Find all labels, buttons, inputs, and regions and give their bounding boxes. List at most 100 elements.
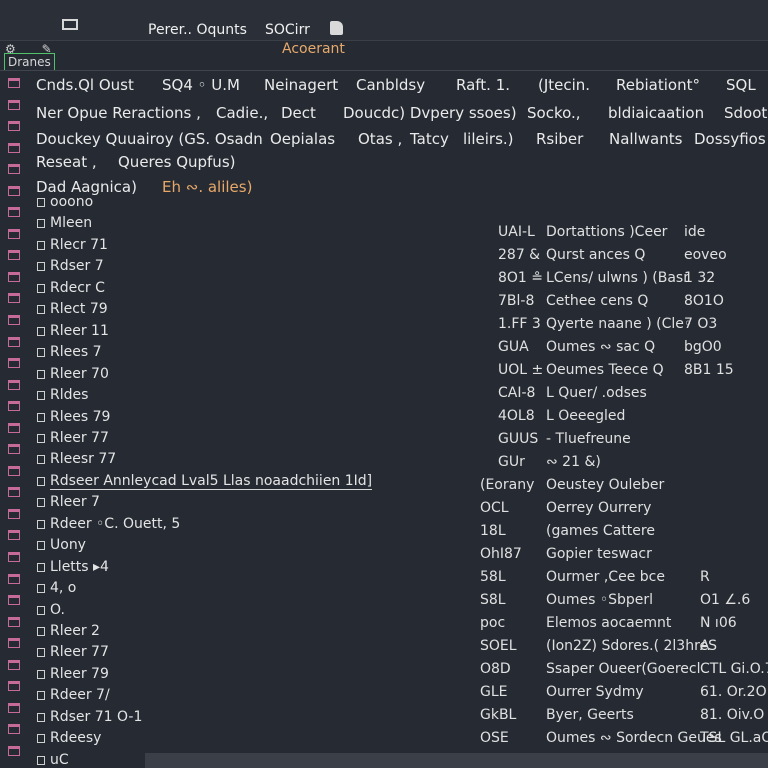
database-icon[interactable] bbox=[330, 21, 343, 35]
list-item[interactable]: Rdeer 7/ bbox=[37, 687, 110, 703]
gutter-table-icon[interactable] bbox=[8, 616, 20, 627]
result-text[interactable]: (Ion2Z) Sdores.( 2l3hreS bbox=[546, 638, 717, 654]
gutter-table-icon[interactable] bbox=[8, 573, 20, 584]
result-text[interactable]: L Oeeegled bbox=[546, 408, 625, 424]
result-value: 1 32 bbox=[684, 270, 716, 286]
result-text[interactable]: LCens/ ulwns ) (Basr bbox=[546, 270, 689, 286]
gutter-table-icon[interactable] bbox=[8, 358, 20, 369]
result-text[interactable]: - Tluefreune bbox=[546, 431, 631, 447]
list-item[interactable]: uC bbox=[37, 752, 69, 768]
list-item[interactable]: ooono bbox=[37, 194, 93, 210]
list-item[interactable]: Rdeesy bbox=[37, 730, 101, 746]
list-item[interactable]: Rleer 7 bbox=[37, 494, 100, 510]
gutter-table-icon[interactable] bbox=[8, 379, 20, 390]
result-text[interactable]: Oumes ◦Sbperl bbox=[546, 592, 653, 608]
list-item[interactable]: Rleer 77 bbox=[37, 430, 109, 446]
result-text[interactable]: Cethee cens Q bbox=[546, 293, 648, 309]
list-item[interactable]: Rlect 79 bbox=[37, 301, 108, 317]
gutter-table-icon[interactable] bbox=[8, 422, 20, 433]
gutter-table-icon[interactable] bbox=[8, 250, 20, 261]
gutter-table-icon[interactable] bbox=[8, 228, 20, 239]
horizontal-scrollbar[interactable] bbox=[145, 753, 768, 768]
gutter-table-icon[interactable] bbox=[8, 530, 20, 541]
item-icon bbox=[37, 198, 45, 207]
result-text[interactable]: Ourmer ,Cee bce bbox=[546, 569, 665, 585]
result-text[interactable]: Oumes ∾ sac Q bbox=[546, 339, 655, 355]
list-item-label: Rdeer ◦C. Ouett, 5 bbox=[50, 515, 181, 532]
list-item-label: Rleer 11 bbox=[50, 322, 109, 339]
list-item[interactable]: Uony bbox=[37, 537, 86, 553]
list-item[interactable]: Rlees 79 bbox=[37, 409, 110, 425]
gutter-table-icon[interactable] bbox=[8, 659, 20, 670]
gutter-table-icon[interactable] bbox=[8, 638, 20, 649]
item-icon bbox=[37, 369, 45, 379]
list-item[interactable]: Rleer 11 bbox=[37, 323, 109, 339]
divider bbox=[0, 70, 768, 71]
result-text[interactable]: Oerrey Ourrery bbox=[546, 500, 651, 516]
header-cell: Neinagert bbox=[264, 76, 339, 94]
gutter-table-icon[interactable] bbox=[8, 121, 20, 132]
result-text[interactable]: Oeustey Ouleber bbox=[546, 477, 664, 493]
gutter-table-icon[interactable] bbox=[8, 465, 20, 476]
result-value: R bbox=[700, 569, 710, 585]
status-tag[interactable]: Dranes bbox=[4, 53, 55, 71]
list-item[interactable]: Rdser 71 O-1 bbox=[37, 709, 142, 725]
list-item-label: Rleer 70 bbox=[50, 365, 109, 382]
gutter-table-icon[interactable] bbox=[8, 315, 20, 326]
gutter-table-icon[interactable] bbox=[8, 293, 20, 304]
list-item[interactable]: O. bbox=[37, 602, 65, 618]
gutter-table-icon[interactable] bbox=[8, 164, 20, 175]
list-item[interactable]: Rdser 7 bbox=[37, 258, 104, 274]
list-item[interactable]: Rdeer ◦C. Ouett, 5 bbox=[37, 516, 180, 532]
header-cell: Nallwants bbox=[609, 130, 683, 148]
result-value: CTL Gi.O.7 bbox=[700, 661, 768, 677]
gutter-table-icon[interactable] bbox=[8, 595, 20, 606]
gutter-table-icon[interactable] bbox=[8, 207, 20, 218]
gutter-table-icon[interactable] bbox=[8, 681, 20, 692]
result-text[interactable]: Elemos aocaemnt bbox=[546, 615, 671, 631]
gutter-table-icon[interactable] bbox=[8, 185, 20, 196]
result-value: 7 O3 bbox=[684, 316, 718, 332]
gutter-table-icon[interactable] bbox=[8, 487, 20, 498]
list-item[interactable]: Rleesr 77 bbox=[37, 451, 116, 467]
gutter-table-icon[interactable] bbox=[8, 724, 20, 735]
result-text[interactable]: Ssaper Oueer(Goerecl bbox=[546, 661, 700, 677]
item-icon bbox=[37, 498, 45, 508]
result-text[interactable]: Oumes ∾ Sordecn Geues bbox=[546, 730, 722, 746]
result-text[interactable]: L Quer/ .odses bbox=[546, 385, 647, 401]
list-item[interactable]: Rleer 70 bbox=[37, 366, 109, 382]
result-text[interactable]: Qyerte naane ) (Cle◦ bbox=[546, 316, 692, 332]
gutter-table-icon[interactable] bbox=[8, 142, 20, 153]
result-text[interactable]: Dortattions )Ceer bbox=[546, 224, 667, 240]
gutter-table-icon[interactable] bbox=[8, 271, 20, 282]
list-item[interactable]: Rleer 77 bbox=[37, 644, 109, 660]
result-text[interactable]: Qurst ances Q bbox=[546, 247, 645, 263]
result-text[interactable]: Ourrer Sydmy bbox=[546, 684, 644, 700]
item-icon bbox=[37, 669, 45, 679]
result-text[interactable]: Gopier teswacr bbox=[546, 546, 652, 562]
gutter-table-icon[interactable] bbox=[8, 99, 20, 110]
gutter-table-icon[interactable] bbox=[8, 401, 20, 412]
gutter-table-icon[interactable] bbox=[8, 444, 20, 455]
list-item[interactable]: Rlees 7 bbox=[37, 344, 102, 360]
list-item[interactable]: 4, o bbox=[37, 580, 76, 596]
result-text[interactable]: (games Cattere bbox=[546, 523, 655, 539]
list-item[interactable]: Rleer 2 bbox=[37, 623, 100, 639]
gutter-table-icon[interactable] bbox=[8, 78, 20, 88]
list-item[interactable]: Lletts ▸4 bbox=[37, 559, 109, 575]
gutter-table-icon[interactable] bbox=[8, 745, 20, 756]
list-item[interactable]: Rldes bbox=[37, 387, 88, 403]
list-item[interactable]: Rlecr 71 bbox=[37, 237, 108, 253]
result-text[interactable]: Oeumes Teece Q bbox=[546, 362, 664, 378]
result-text[interactable]: Byer, Geerts bbox=[546, 707, 634, 723]
window-icon[interactable] bbox=[62, 19, 78, 30]
gutter-table-icon[interactable] bbox=[8, 552, 20, 563]
gutter-table-icon[interactable] bbox=[8, 336, 20, 347]
gutter-table-icon[interactable] bbox=[8, 702, 20, 713]
list-item[interactable]: Rleer 79 bbox=[37, 666, 109, 682]
result-text[interactable]: ∾ 21 &) bbox=[546, 454, 601, 470]
list-item[interactable]: Rdecr C bbox=[37, 280, 105, 296]
list-item[interactable]: Rdseer Annleycad Lval5 Llas noaadchiien … bbox=[37, 472, 373, 490]
gutter-table-icon[interactable] bbox=[8, 508, 20, 519]
list-item[interactable]: Mleen bbox=[37, 215, 92, 231]
